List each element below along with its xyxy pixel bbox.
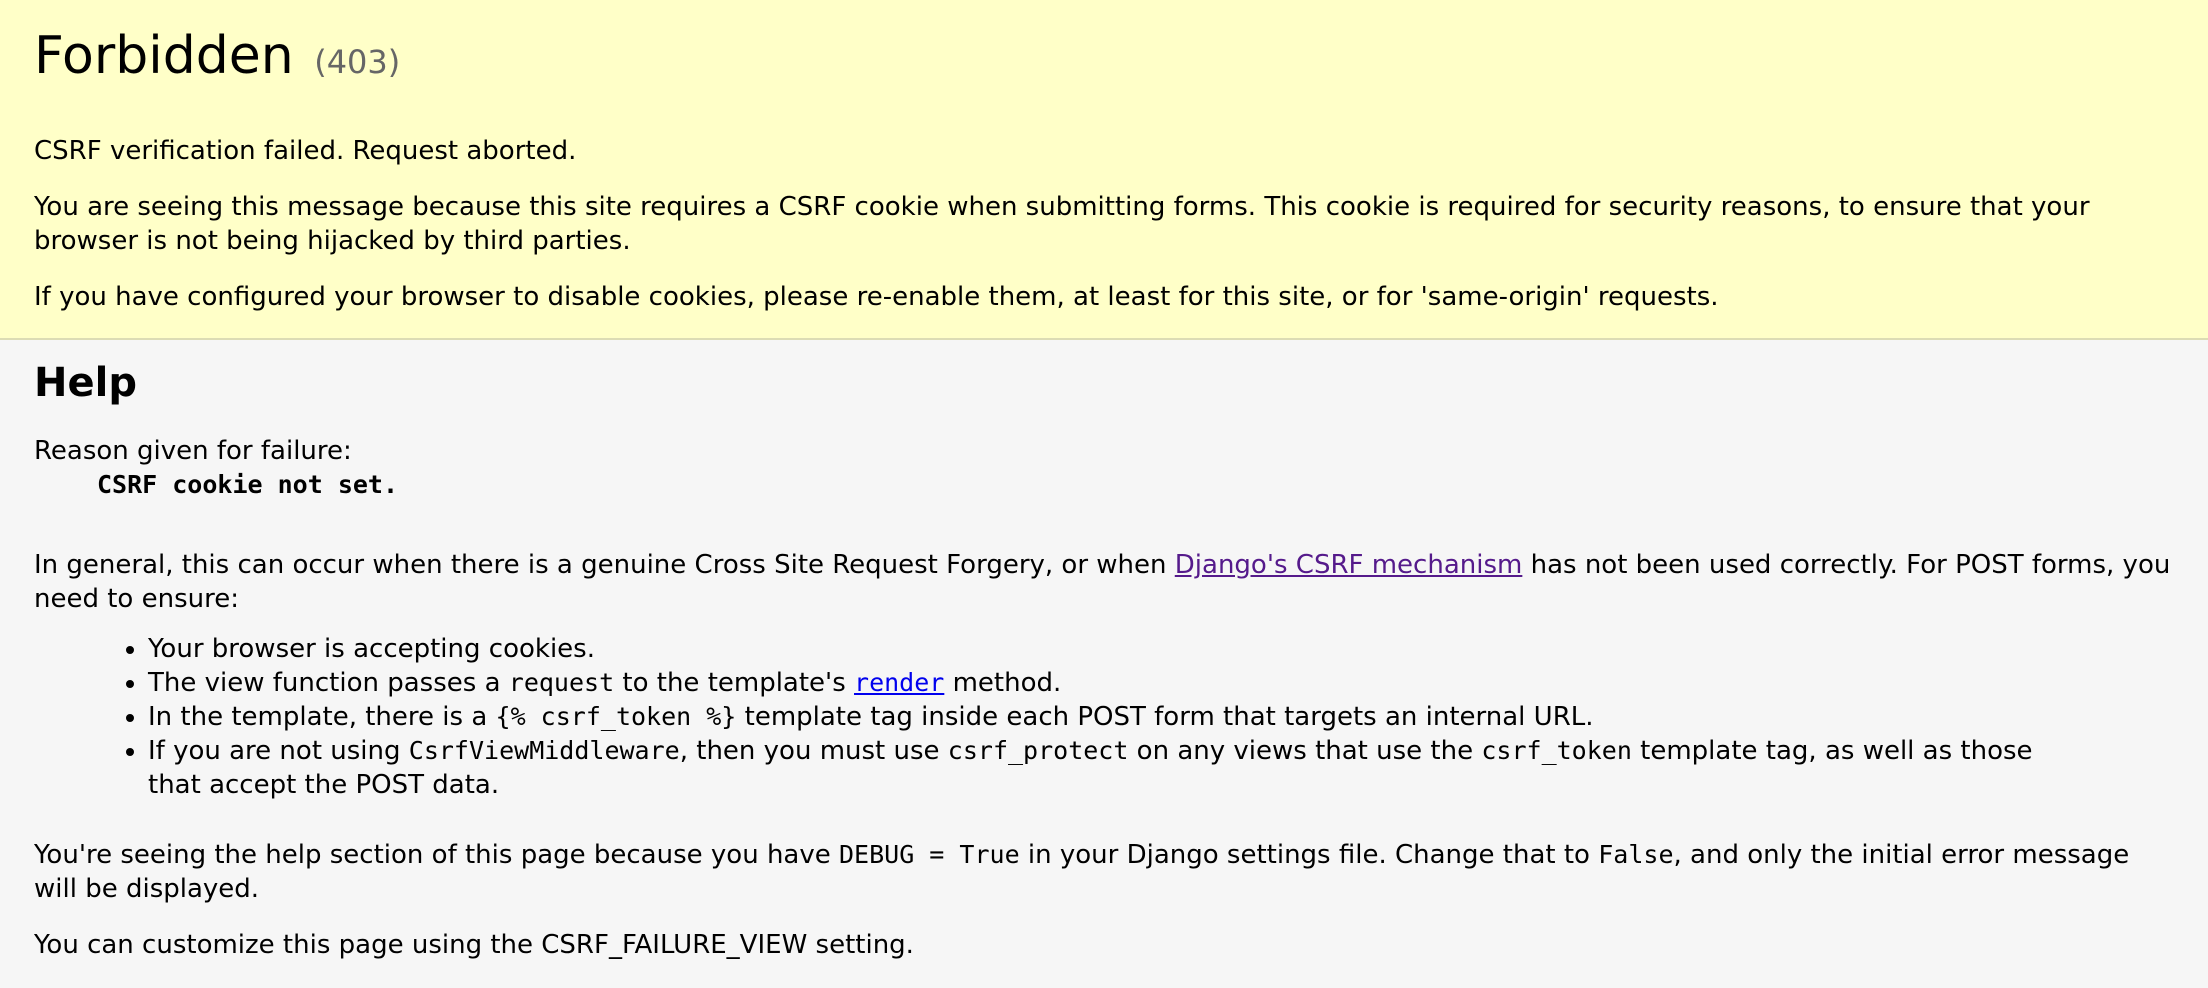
code-false: False: [1598, 840, 1674, 869]
list-item-text: The view function passes a: [148, 668, 509, 698]
help-heading: Help: [34, 360, 137, 406]
list-item-text: , then you must use: [679, 736, 948, 766]
debug-paragraph: You're seeing the help section of this p…: [34, 838, 2174, 906]
code-csrf-token-tag: {% csrf_token %}: [495, 702, 737, 731]
title-text: Forbidden: [34, 26, 294, 86]
list-item-text: If you are not using: [148, 736, 409, 766]
list-item-text: method.: [944, 668, 1062, 698]
csrf-docs-link[interactable]: Django's CSRF mechanism: [1175, 550, 1523, 580]
general-prefix: In general, this can occur when there is…: [34, 550, 1175, 580]
code-csrf-protect: csrf_protect: [947, 736, 1129, 765]
list-item-text: Your browser is accepting cookies.: [148, 634, 595, 664]
list-item-text: template tag inside each POST form that …: [736, 702, 1594, 732]
render-link[interactable]: render: [854, 668, 944, 697]
general-paragraph: In general, this can occur when there is…: [34, 548, 2174, 616]
list-item-text: In the template, there is a: [148, 702, 496, 732]
summary-section: Forbidden (403) CSRF verification failed…: [0, 0, 2208, 340]
page-title: Forbidden (403): [34, 24, 400, 94]
debug-text: in your Django settings file. Change tha…: [1019, 840, 1599, 870]
code-request: request: [508, 668, 615, 697]
list-item-text: to the template's: [614, 668, 855, 698]
reason-value: CSRF cookie not set.: [97, 470, 399, 499]
help-section: Help Reason given for failure: CSRF cook…: [0, 340, 2208, 986]
customize-note: You can customize this page using the CS…: [34, 930, 914, 960]
list-item: Your browser is accepting cookies.: [148, 632, 2174, 666]
failure-message: CSRF verification failed. Request aborte…: [34, 136, 577, 166]
requirements-list: Your browser is accepting cookies. The v…: [34, 632, 2174, 802]
code-debug-true: DEBUG = True: [839, 840, 1020, 869]
status-code: (403): [314, 43, 401, 81]
reason-label: Reason given for failure:: [34, 436, 352, 466]
debug-text: You're seeing the help section of this p…: [34, 840, 839, 870]
list-item: In the template, there is a {% csrf_toke…: [148, 700, 2174, 734]
list-item: The view function passes a request to th…: [148, 666, 2174, 700]
cookies-note: If you have configured your browser to d…: [34, 282, 1719, 312]
list-item: If you are not using CsrfViewMiddleware,…: [148, 734, 2174, 802]
code-csrf-token: csrf_token: [1481, 736, 1632, 765]
code-csrfviewmiddleware: CsrfViewMiddleware: [408, 736, 680, 765]
explanation-text: You are seeing this message because this…: [34, 192, 2090, 256]
list-item-text: on any views that use the: [1128, 736, 1482, 766]
